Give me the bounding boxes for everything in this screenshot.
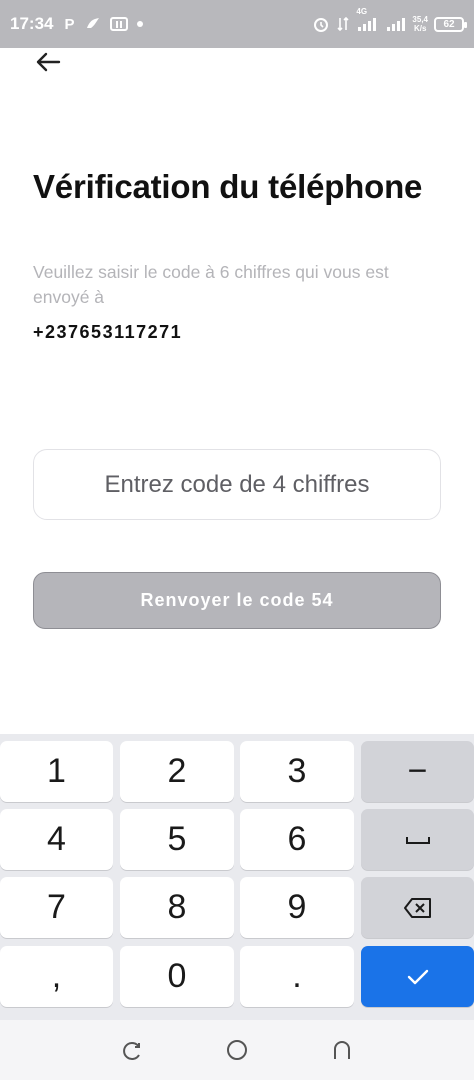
page-title: Vérification du téléphone	[33, 168, 423, 205]
back-button[interactable]	[30, 44, 66, 80]
key-done[interactable]	[361, 946, 474, 1007]
recent-apps-icon	[123, 1042, 141, 1060]
key-1[interactable]: 1	[0, 741, 113, 802]
battery-level: 62	[443, 18, 455, 30]
key-period[interactable]: .	[240, 946, 354, 1007]
key-backspace[interactable]	[361, 877, 474, 938]
key-7[interactable]: 7	[0, 877, 113, 938]
phone-number: +237653117271	[33, 322, 183, 342]
pi-app-icon	[110, 14, 129, 34]
home-button[interactable]	[219, 1032, 255, 1068]
system-navigation-bar	[0, 1020, 474, 1080]
phone-verification-screen: 17:34 P 4G 35,4 K/s 62 Vérification du t…	[0, 0, 474, 1080]
key-0[interactable]: 0	[120, 946, 234, 1007]
speed-unit: K/s	[413, 24, 427, 33]
signal-4g-icon: 4G	[356, 7, 380, 34]
numeric-keyboard: 1 2 3 − 4 5 6 7 8 9 , 0 .	[0, 734, 474, 1020]
notification-dot-icon	[137, 21, 144, 27]
back-nav-button[interactable]	[324, 1032, 360, 1068]
recent-apps-button[interactable]	[114, 1032, 150, 1068]
instruction-text: Veuillez saisir le code à 6 chiffres qui…	[33, 262, 389, 307]
key-6[interactable]: 6	[240, 809, 354, 870]
verification-code-input[interactable]	[33, 449, 441, 520]
network-speed: 35,4 K/s	[412, 15, 428, 33]
speed-value: 35,4	[412, 15, 428, 24]
key-comma[interactable]: ,	[0, 946, 113, 1007]
key-8[interactable]: 8	[120, 877, 234, 938]
key-5[interactable]: 5	[120, 809, 234, 870]
battery-icon: 62	[434, 16, 467, 32]
home-icon	[226, 1040, 247, 1060]
status-bar: 17:34 P 4G 35,4 K/s 62	[0, 0, 474, 48]
key-3[interactable]: 3	[240, 741, 354, 802]
checkmark-icon	[407, 969, 428, 984]
bird-app-icon	[85, 14, 101, 34]
network-type: 4G	[356, 7, 368, 16]
back-nav-icon	[333, 1041, 350, 1059]
data-transfer-icon	[336, 14, 350, 34]
parking-app-icon: P	[64, 15, 75, 33]
key-minus[interactable]: −	[361, 741, 474, 802]
alarm-icon	[312, 14, 330, 34]
backspace-icon	[403, 897, 431, 918]
status-time: 17:34	[10, 14, 54, 33]
key-2[interactable]: 2	[120, 741, 234, 802]
resend-code-button[interactable]: Renvoyer le code 54	[33, 572, 441, 629]
space-icon	[405, 836, 430, 844]
signal-strength-icon	[386, 14, 406, 34]
key-space[interactable]	[361, 809, 474, 870]
key-4[interactable]: 4	[0, 809, 113, 870]
key-9[interactable]: 9	[240, 877, 354, 938]
arrow-left-icon	[36, 52, 61, 72]
